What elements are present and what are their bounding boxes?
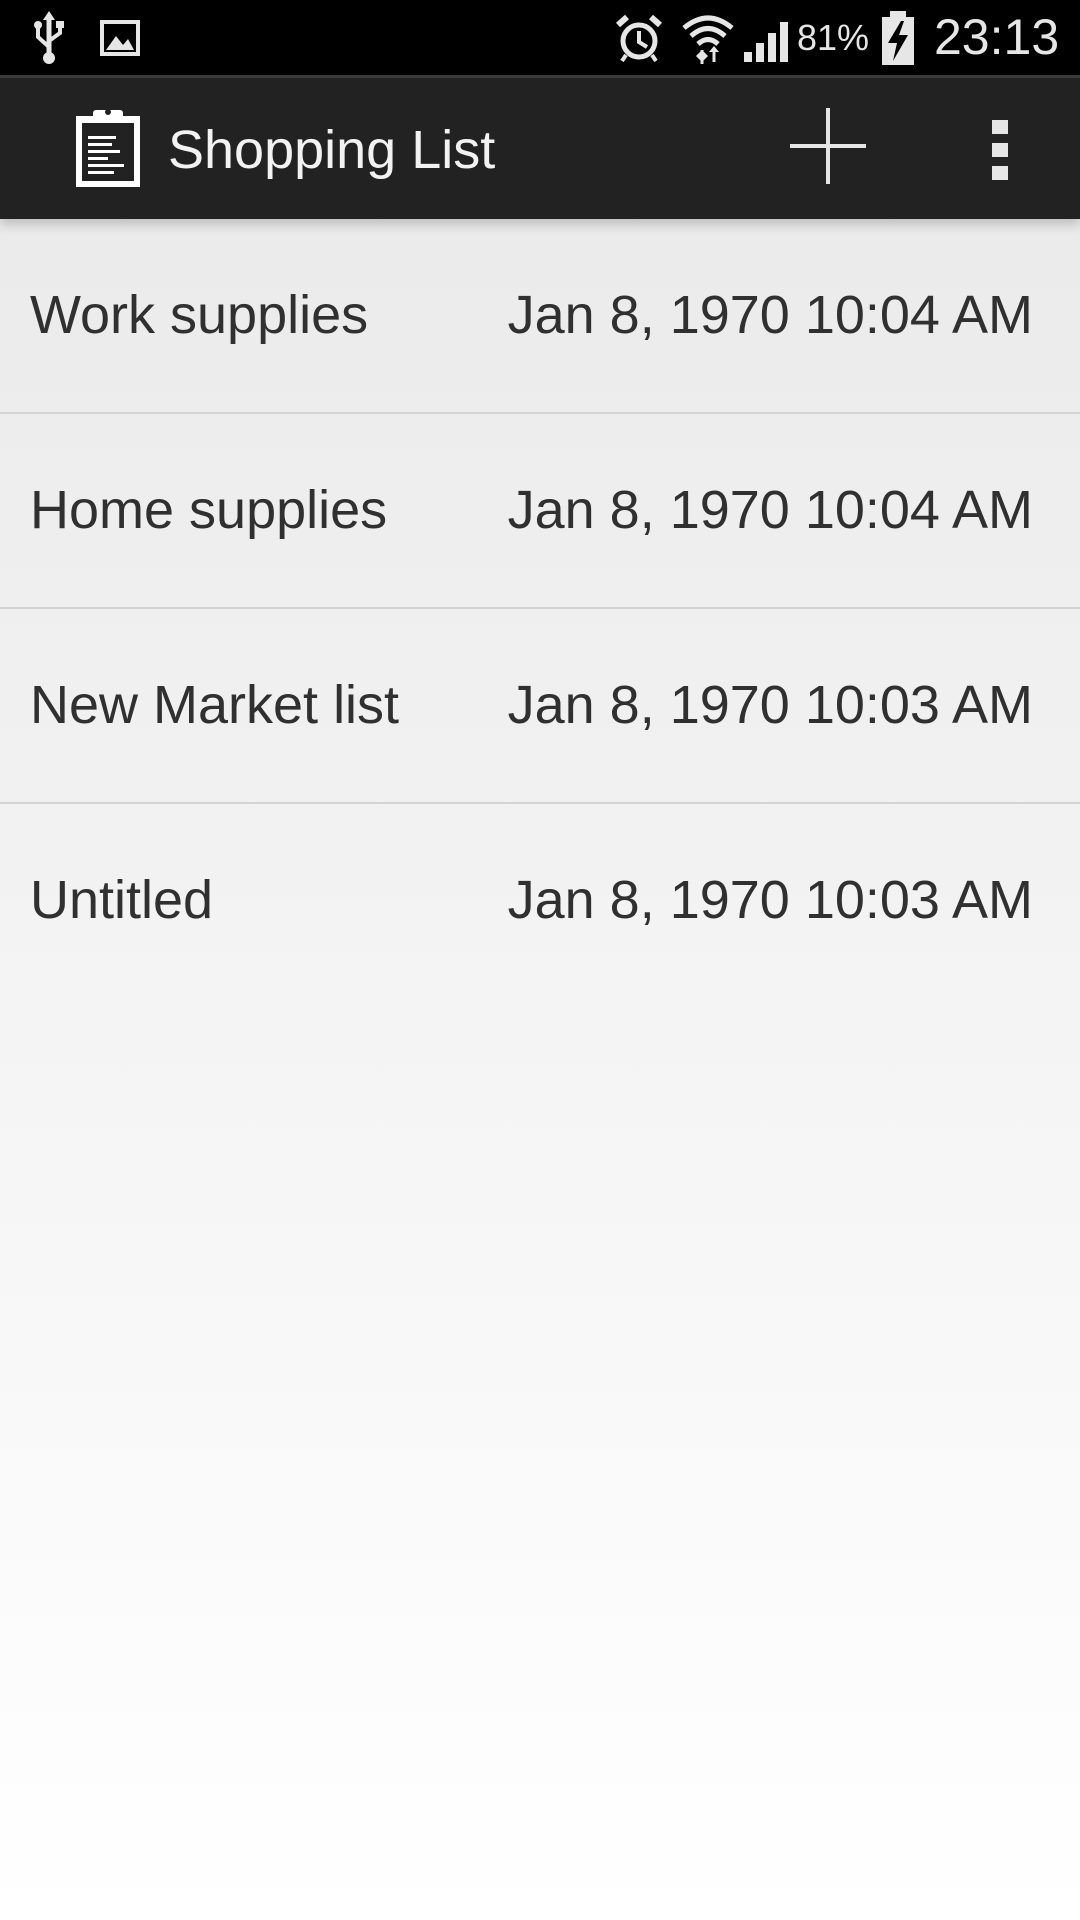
list-name: New Market list	[30, 675, 400, 735]
list-item[interactable]: Work supplies Jan 8, 1970 10:04 AM	[0, 219, 1080, 414]
list-name: Home supplies	[30, 480, 388, 540]
list-name: Work supplies	[30, 285, 369, 345]
battery-percent: 81%	[797, 17, 870, 58]
wifi-icon	[680, 0, 736, 75]
page-title: Shopping List	[168, 120, 496, 180]
list-date: Jan 8, 1970 10:04 AM	[507, 285, 1033, 345]
list-item[interactable]: Untitled Jan 8, 1970 10:03 AM	[0, 804, 1080, 997]
clipboard-icon[interactable]	[73, 106, 143, 190]
usb-icon	[28, 0, 70, 75]
shopping-lists: Work supplies Jan 8, 1970 10:04 AM Home …	[0, 219, 1080, 997]
list-date: Jan 8, 1970 10:03 AM	[507, 675, 1033, 735]
list-item[interactable]: New Market list Jan 8, 1970 10:03 AM	[0, 609, 1080, 804]
status-bar: 81% 23:13	[0, 0, 1080, 75]
list-date: Jan 8, 1970 10:03 AM	[507, 870, 1033, 930]
list-date: Jan 8, 1970 10:04 AM	[507, 480, 1033, 540]
overflow-menu-button[interactable]	[970, 108, 1030, 192]
image-notification-icon	[99, 0, 141, 75]
add-list-button[interactable]	[790, 108, 866, 184]
signal-icon	[740, 0, 796, 75]
alarm-icon	[612, 0, 666, 75]
plus-icon	[790, 108, 866, 184]
battery-charging-icon	[878, 0, 918, 75]
overflow-menu-icon	[992, 120, 1008, 180]
action-bar: Shopping List	[0, 75, 1080, 219]
status-clock: 23:13	[934, 9, 1060, 65]
list-item[interactable]: Home supplies Jan 8, 1970 10:04 AM	[0, 414, 1080, 609]
list-name: Untitled	[30, 870, 214, 930]
